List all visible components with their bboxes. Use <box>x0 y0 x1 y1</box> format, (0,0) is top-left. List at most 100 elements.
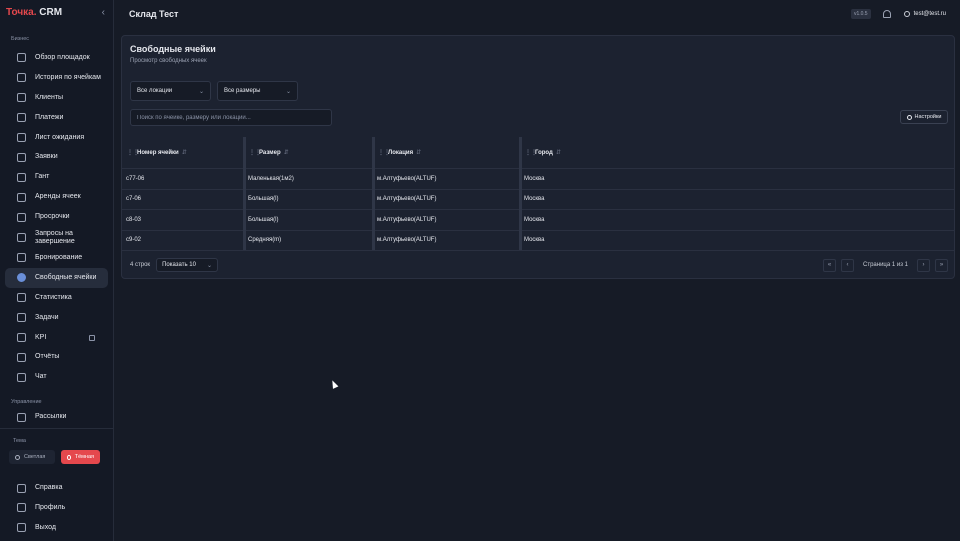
sidebar-item-mailings[interactable]: Рассылки <box>5 407 108 427</box>
chat-icon <box>17 372 26 382</box>
theme-dark-button[interactable]: Тёмная <box>61 450 100 465</box>
copy-icon <box>17 233 26 243</box>
free-cells-card: Свободные ячейки Просмотр свободных ячее… <box>121 35 955 279</box>
sidebar-item[interactable]: Просрочки <box>5 207 108 227</box>
card-icon <box>17 113 26 123</box>
sidebar-item-label: Клиенты <box>35 93 64 101</box>
last-page-button[interactable]: » <box>935 258 948 272</box>
chart-icon <box>17 293 26 303</box>
free-cells-table: ⋮⋮ Номер ячейки ⇵ ⋮⋮ Размер ⇵ ⋮⋮ Локация ⇵ ⋮⋮ Г… <box>122 137 954 251</box>
table-cell: c77-06 <box>126 175 145 182</box>
sidebar-item-label: Просрочки <box>35 213 70 221</box>
divider <box>0 428 113 430</box>
drag-handle-icon[interactable]: ⋮⋮ <box>378 149 390 156</box>
table-row[interactable]: c7-06 Большая(l) м.Алтуфьево(ALTUF) Москва <box>122 190 954 210</box>
location-filter-select[interactable]: Все локации ⌄ <box>130 81 211 101</box>
collapse-sidebar-icon[interactable]: ‹ <box>102 7 105 18</box>
table-body: c77-06 Маленькая(1м2) м.Алтуфьево(ALTUF) Мо… <box>122 169 954 251</box>
first-page-button[interactable]: « <box>823 258 837 272</box>
table-row[interactable]: c8-03 Большая(l) м.Алтуфьево(ALTUF) Москва <box>122 210 954 231</box>
chevron-down-icon: ⌄ <box>207 262 213 269</box>
help-icon <box>17 483 26 493</box>
table-row[interactable]: c9-02 Средняя(m) м.Алтуфьево(ALTUF) Москва <box>122 231 954 251</box>
sidebar-item[interactable]: Обзор площадок <box>5 48 108 68</box>
column-resize-handle[interactable] <box>243 137 246 250</box>
sidebar-item-label: Отчёты <box>35 353 60 361</box>
sidebar-item[interactable]: Бронирование <box>5 248 108 268</box>
page-size-select[interactable]: Показать 10 ⌄ <box>156 258 219 272</box>
sidebar-item-label: Бронирование <box>35 253 83 261</box>
table-cell: м.Алтуфьево(ALTUF) <box>377 216 437 223</box>
sidebar-item-label: Свободные ячейки <box>35 273 97 281</box>
sidebar-item[interactable]: Запросы на завершение <box>5 227 108 248</box>
requests-icon <box>17 152 26 162</box>
next-page-button[interactable]: › <box>917 258 930 272</box>
building-icon <box>17 53 26 63</box>
sidebar-item[interactable]: Отчёты <box>5 347 108 367</box>
sidebar-item[interactable]: Гант <box>5 167 108 187</box>
sidebar-item[interactable]: Платежи <box>5 108 108 128</box>
table-footer: 4 строк Показать 10 ⌄ « ‹ Страница 1 из … <box>130 258 948 272</box>
sun-icon <box>15 454 20 460</box>
table-cell: Москва <box>524 175 545 182</box>
warning-icon <box>17 212 26 222</box>
sort-icon[interactable]: ⇵ <box>182 149 187 156</box>
mouse-cursor <box>329 379 339 389</box>
app-logo[interactable]: Точка. CRM <box>6 7 62 18</box>
column-header-cell-number[interactable]: ⋮⋮ Номер ячейки ⇵ <box>122 137 244 168</box>
sidebar-item-label: Платежи <box>35 113 64 121</box>
sidebar-item-label: Запросы на завершение <box>35 229 75 245</box>
sidebar-item[interactable]: Выход <box>5 518 108 538</box>
sidebar-item-label: Справка <box>35 484 63 492</box>
column-header-city[interactable]: ⋮⋮ Город ⇵ <box>520 137 954 168</box>
column-header-location[interactable]: ⋮⋮ Локация ⇵ <box>373 137 520 168</box>
sidebar-item[interactable]: Справка <box>5 478 108 498</box>
theme-light-button[interactable]: Светлая <box>9 450 55 465</box>
search-input[interactable] <box>130 109 332 126</box>
bottom-nav: Справка Профиль Выход <box>0 478 113 538</box>
table-cell: Большая(l) <box>248 216 279 223</box>
column-resize-handle[interactable] <box>519 137 522 250</box>
gear-icon <box>906 114 912 120</box>
column-resize-handle[interactable] <box>372 137 375 250</box>
sidebar-item-label: KPI <box>35 333 47 341</box>
sidebar-item-label: Аренды ячеек <box>35 193 81 201</box>
drag-handle-icon[interactable]: ⋮⋮ <box>525 149 537 156</box>
bell-icon[interactable] <box>882 9 891 18</box>
sidebar-item[interactable]: KPI <box>5 328 108 348</box>
column-header-size[interactable]: ⋮⋮ Размер ⇵ <box>244 137 373 168</box>
sidebar-item[interactable]: Чат <box>5 367 108 387</box>
settings-button[interactable]: Настройки <box>900 110 948 124</box>
sidebar-item[interactable]: Статистика <box>5 288 108 308</box>
sidebar-item[interactable]: Профиль <box>5 498 108 518</box>
table-cell: Москва <box>524 196 545 203</box>
sidebar-item-label: Заявки <box>35 153 58 161</box>
check-circle-icon <box>17 273 26 283</box>
table-row[interactable]: c77-06 Маленькая(1м2) м.Алтуфьево(ALTUF) Мо… <box>122 169 954 190</box>
pagination: « ‹ Страница 1 из 1 › » <box>823 258 948 272</box>
prev-page-button[interactable]: ‹ <box>841 258 855 272</box>
sidebar-item[interactable]: История по ячейкам <box>5 68 108 88</box>
chevron-down-icon: ⌄ <box>285 89 291 95</box>
sidebar-item[interactable]: Аренды ячеек <box>5 187 108 207</box>
table-cell: Москва <box>524 216 545 223</box>
table-cell: м.Алтуфьево(ALTUF) <box>377 237 437 244</box>
sidebar-item-label: Лист ожидания <box>35 133 85 141</box>
table-cell: м.Алтуфьево(ALTUF) <box>377 175 437 182</box>
size-filter-select[interactable]: Все размеры ⌄ <box>217 81 298 101</box>
sort-icon[interactable]: ⇵ <box>556 149 561 156</box>
user-menu[interactable]: test@test.ru <box>903 10 946 17</box>
sidebar-item[interactable]: Задачи <box>5 308 108 328</box>
rows-count: 4 строк <box>130 262 151 268</box>
sidebar-item[interactable]: Клиенты <box>5 88 108 108</box>
sidebar-item-label: Задачи <box>35 313 59 321</box>
sort-icon[interactable]: ⇵ <box>416 149 421 156</box>
drag-handle-icon[interactable]: ⋮⋮ <box>249 149 261 156</box>
sidebar-item[interactable]: Лист ожидания <box>5 128 108 148</box>
sidebar-item[interactable]: Заявки <box>5 147 108 167</box>
users-icon <box>17 93 26 103</box>
drag-handle-icon[interactable]: ⋮⋮ <box>127 149 139 156</box>
sort-icon[interactable]: ⇵ <box>284 149 289 156</box>
clipboard-icon <box>17 133 26 142</box>
sidebar-item[interactable]: Свободные ячейки <box>5 267 108 288</box>
